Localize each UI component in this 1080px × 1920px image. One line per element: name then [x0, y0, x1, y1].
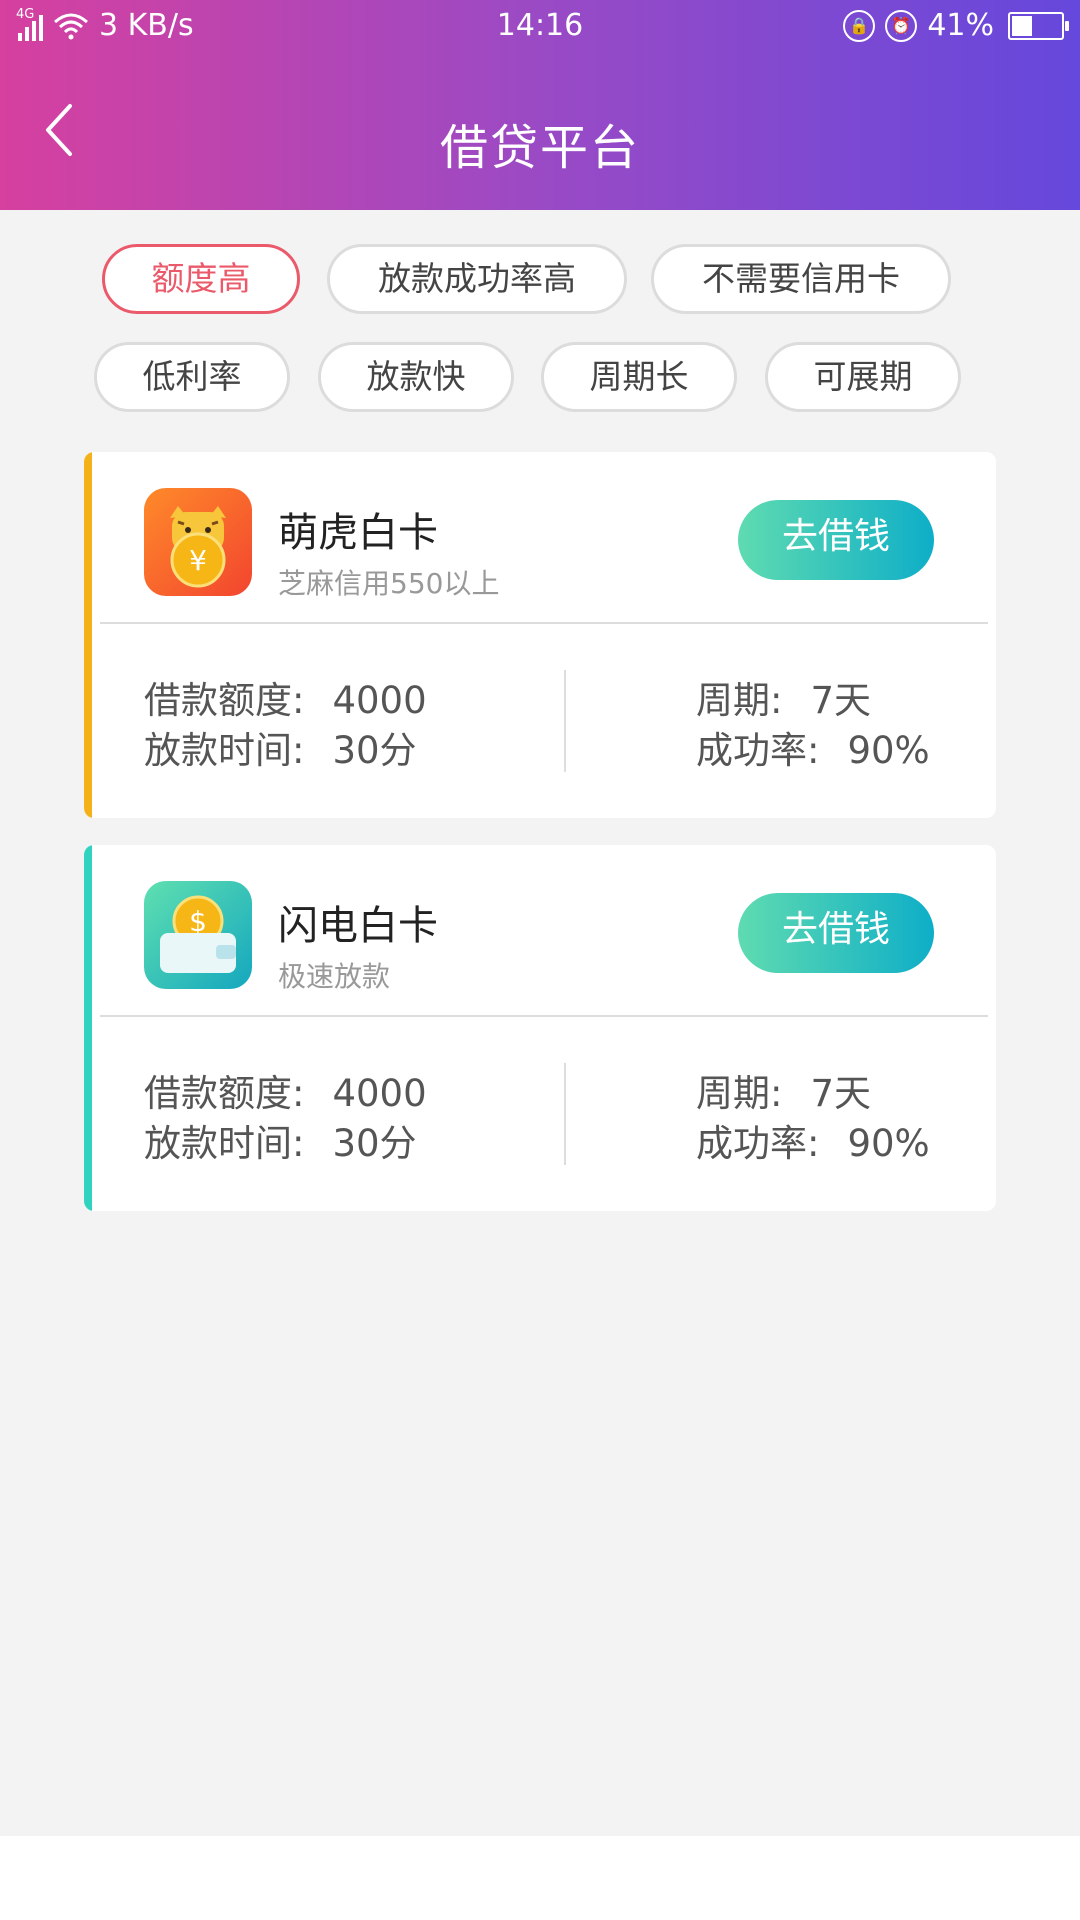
- divider: [100, 1015, 988, 1017]
- loan-amount-row: 借款额度: 4000: [144, 1072, 427, 1115]
- product-card: $ 闪电白卡 极速放款 去借钱 借款额度: 4000 放款时间: 30分 周期: 7天…: [84, 845, 996, 1211]
- product-name: 闪电白卡: [278, 903, 438, 949]
- filter-chip-long-period[interactable]: 周期长: [541, 342, 737, 412]
- loan-amount-value: 4000: [332, 1072, 427, 1115]
- payout-time-value: 30分: [332, 1122, 417, 1165]
- borrow-button[interactable]: 去借钱: [738, 893, 934, 973]
- card-accent-bar: [84, 452, 92, 818]
- payout-time-row: 放款时间: 30分: [144, 729, 417, 772]
- status-bar: 4G 3 KB/s 14:16 🔒 ⏰ 41%: [0, 0, 1080, 56]
- product-subtitle: 极速放款: [278, 960, 391, 993]
- product-name: 萌虎白卡: [278, 510, 438, 556]
- alarm-icon: ⏰: [885, 9, 918, 42]
- payout-time-row: 放款时间: 30分: [144, 1122, 417, 1165]
- filter-chip-fast-payout[interactable]: 放款快: [318, 342, 514, 412]
- divider: [100, 622, 988, 624]
- filter-chip-high-limit[interactable]: 额度高: [102, 244, 300, 314]
- loan-amount-row: 借款额度: 4000: [144, 679, 427, 722]
- app-header: 4G 3 KB/s 14:16 🔒 ⏰ 41% 借贷平台: [0, 0, 1080, 210]
- period-value: 7天: [810, 1072, 872, 1115]
- wallet-coin-icon: $: [144, 881, 252, 989]
- success-rate-row: 成功率: 90%: [696, 729, 930, 772]
- svg-text:¥: ¥: [189, 544, 207, 577]
- payout-time-value: 30分: [332, 729, 417, 772]
- filter-chip-low-rate[interactable]: 低利率: [94, 342, 290, 412]
- borrow-button[interactable]: 去借钱: [738, 500, 934, 580]
- success-rate-value: 90%: [847, 1122, 930, 1165]
- product-subtitle: 芝麻信用550以上: [278, 567, 500, 600]
- vertical-divider: [564, 1063, 566, 1165]
- clock: 14:16: [496, 8, 584, 43]
- product-card: ¥ 萌虎白卡 芝麻信用550以上 去借钱 借款额度: 4000 放款时间: 30分 …: [84, 452, 996, 818]
- success-rate-row: 成功率: 90%: [696, 1122, 930, 1165]
- success-rate-value: 90%: [847, 729, 930, 772]
- tiger-coin-icon: ¥: [144, 488, 252, 596]
- card-accent-bar: [84, 845, 92, 1211]
- period-value: 7天: [810, 679, 872, 722]
- loan-amount-value: 4000: [332, 679, 427, 722]
- vertical-divider: [564, 670, 566, 772]
- rotation-lock-icon: 🔒: [843, 9, 876, 42]
- battery-icon: [1008, 11, 1069, 40]
- filter-chip-extendable[interactable]: 可展期: [765, 342, 961, 412]
- period-row: 周期: 7天: [696, 679, 872, 722]
- filter-chip-no-credit-card[interactable]: 不需要信用卡: [651, 244, 951, 314]
- bottom-area: [0, 1836, 1080, 1920]
- filter-chip-high-success[interactable]: 放款成功率高: [327, 244, 627, 314]
- page-title: 借贷平台: [439, 120, 640, 176]
- period-row: 周期: 7天: [696, 1072, 872, 1115]
- battery-percent: 41%: [927, 8, 994, 43]
